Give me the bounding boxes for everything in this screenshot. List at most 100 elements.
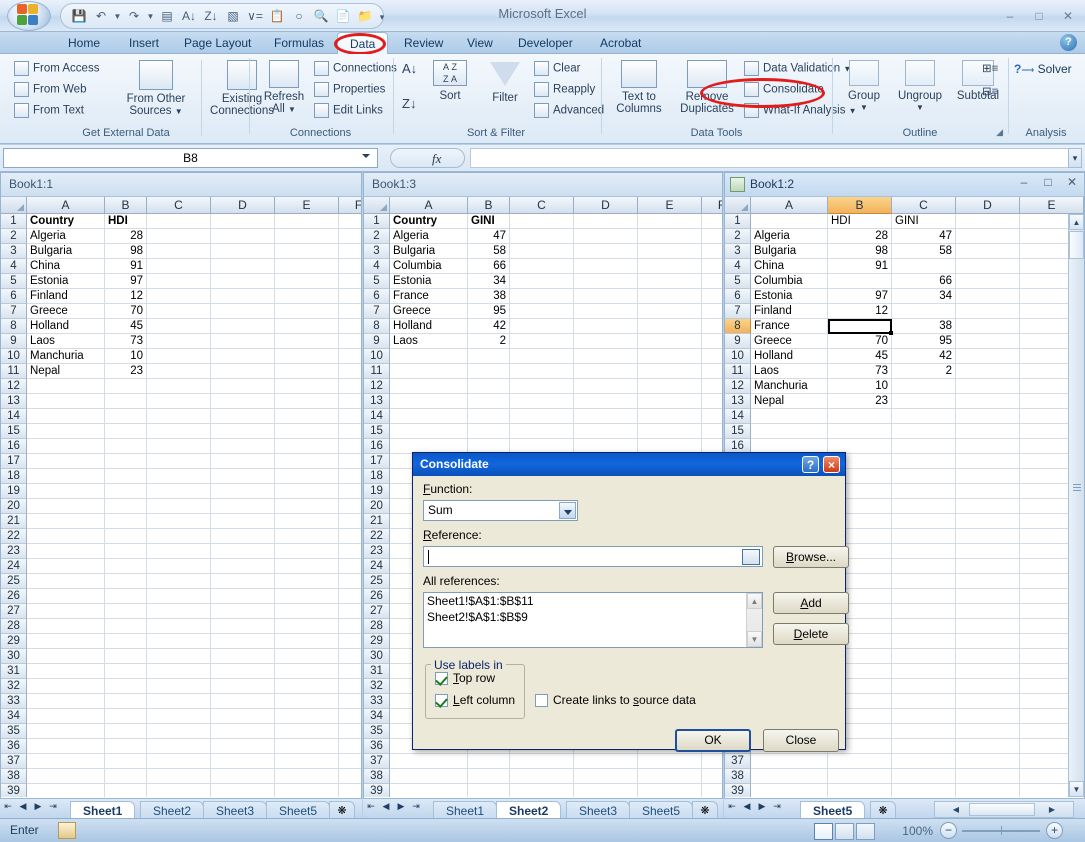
sheet-nav-buttons-3[interactable]: ⇤ ◀ ▶ ⇥ xyxy=(726,801,783,812)
cell-D5[interactable] xyxy=(574,274,638,289)
row-header-39[interactable]: 39 xyxy=(1,784,27,797)
cell-D29[interactable] xyxy=(211,634,275,649)
left-column-checkbox[interactable] xyxy=(435,694,448,707)
cell-D4[interactable] xyxy=(211,259,275,274)
cell-E9[interactable] xyxy=(275,334,339,349)
cell-B6[interactable]: 97 xyxy=(828,289,892,304)
cell-C36[interactable] xyxy=(892,739,956,754)
cell-D23[interactable] xyxy=(956,544,1020,559)
cell-B10[interactable]: 10 xyxy=(105,349,147,364)
cell-D8[interactable] xyxy=(574,319,638,334)
cell-B26[interactable] xyxy=(105,589,147,604)
row-header-22[interactable]: 22 xyxy=(1,529,27,544)
cell-E4[interactable] xyxy=(638,259,702,274)
cell-B11[interactable]: 73 xyxy=(828,364,892,379)
cell-A18[interactable] xyxy=(27,469,105,484)
cell-A10[interactable]: Holland xyxy=(751,349,828,364)
row-header-30[interactable]: 30 xyxy=(364,649,390,664)
cell-C35[interactable] xyxy=(147,724,211,739)
cell-C6[interactable] xyxy=(510,289,574,304)
next-sheet-icon[interactable]: ▶ xyxy=(32,801,44,812)
cell-F2[interactable] xyxy=(702,229,722,244)
cell-A19[interactable] xyxy=(27,484,105,499)
cell-A3[interactable]: Bulgaria xyxy=(751,244,828,259)
hide-detail-icon[interactable]: ⊟≡ xyxy=(982,84,998,98)
cell-D11[interactable] xyxy=(574,364,638,379)
cell-D35[interactable] xyxy=(956,724,1020,739)
cell-A39[interactable] xyxy=(751,784,828,797)
cell-D10[interactable] xyxy=(211,349,275,364)
cell-C21[interactable] xyxy=(147,514,211,529)
cell-D37[interactable] xyxy=(574,754,638,769)
row-header-8[interactable]: 8 xyxy=(725,319,751,334)
cell-D12[interactable] xyxy=(956,379,1020,394)
cell-C9[interactable] xyxy=(510,334,574,349)
cell-F4[interactable] xyxy=(339,259,361,274)
row-header-38[interactable]: 38 xyxy=(725,769,751,784)
zoom-out-button[interactable]: − xyxy=(940,822,957,839)
cell-B12[interactable] xyxy=(468,379,510,394)
page-break-view-button[interactable] xyxy=(856,823,875,840)
column-header-a[interactable]: A xyxy=(751,197,828,214)
list-item[interactable]: Sheet1!$A$1:$B$11 xyxy=(424,593,762,609)
cell-E30[interactable] xyxy=(275,649,339,664)
cell-C19[interactable] xyxy=(892,484,956,499)
tab-insert[interactable]: Insert xyxy=(117,32,171,54)
cell-F9[interactable] xyxy=(702,334,722,349)
cell-D15[interactable] xyxy=(211,424,275,439)
cell-F22[interactable] xyxy=(339,529,361,544)
cell-D19[interactable] xyxy=(956,484,1020,499)
row-header-33[interactable]: 33 xyxy=(1,694,27,709)
cell-E39[interactable] xyxy=(275,784,339,797)
cell-C21[interactable] xyxy=(892,514,956,529)
cell-C1[interactable] xyxy=(510,214,574,229)
cell-A14[interactable] xyxy=(751,409,828,424)
row-header-16[interactable]: 16 xyxy=(364,439,390,454)
cell-A1[interactable]: Country xyxy=(27,214,105,229)
cell-F13[interactable] xyxy=(339,394,361,409)
cell-B4[interactable]: 91 xyxy=(828,259,892,274)
row-header-15[interactable]: 15 xyxy=(364,424,390,439)
cell-C5[interactable] xyxy=(147,274,211,289)
cell-A38[interactable] xyxy=(751,769,828,784)
cell-D12[interactable] xyxy=(211,379,275,394)
reapply-filter-button[interactable]: Reapply xyxy=(534,82,595,97)
row-header-11[interactable]: 11 xyxy=(1,364,27,379)
cell-E16[interactable] xyxy=(275,439,339,454)
cell-C25[interactable] xyxy=(892,574,956,589)
window-book1-1-grid[interactable]: ABCDEF1CountryHDI2Algeria283Bulgaria984C… xyxy=(1,197,361,797)
column-header-c[interactable]: C xyxy=(147,197,211,214)
row-header-17[interactable]: 17 xyxy=(364,454,390,469)
column-header-f[interactable]: F xyxy=(339,197,361,214)
column-header-e[interactable]: E xyxy=(638,197,702,214)
row-header-21[interactable]: 21 xyxy=(364,514,390,529)
row-header-8[interactable]: 8 xyxy=(364,319,390,334)
cell-B28[interactable] xyxy=(105,619,147,634)
row-header-18[interactable]: 18 xyxy=(1,469,27,484)
cell-F15[interactable] xyxy=(702,424,722,439)
cell-C1[interactable] xyxy=(147,214,211,229)
row-header-7[interactable]: 7 xyxy=(364,304,390,319)
cell-A22[interactable] xyxy=(27,529,105,544)
cell-C12[interactable] xyxy=(892,379,956,394)
cell-E3[interactable] xyxy=(638,244,702,259)
row-header-7[interactable]: 7 xyxy=(1,304,27,319)
cell-A28[interactable] xyxy=(27,619,105,634)
last-sheet-icon[interactable]: ⇥ xyxy=(771,801,783,812)
list-item[interactable]: Sheet2!$A$1:$B$9 xyxy=(424,609,762,625)
cell-E11[interactable] xyxy=(638,364,702,379)
cell-E8[interactable] xyxy=(638,319,702,334)
cell-D5[interactable] xyxy=(211,274,275,289)
cell-D11[interactable] xyxy=(211,364,275,379)
cell-D2[interactable] xyxy=(574,229,638,244)
cell-A1[interactable] xyxy=(751,214,828,229)
cell-B11[interactable] xyxy=(468,364,510,379)
row-header-35[interactable]: 35 xyxy=(364,724,390,739)
cell-E1[interactable] xyxy=(638,214,702,229)
cell-B10[interactable] xyxy=(468,349,510,364)
column-header-a[interactable]: A xyxy=(27,197,105,214)
cell-A2[interactable]: Algeria xyxy=(751,229,828,244)
cell-D3[interactable] xyxy=(956,244,1020,259)
tab-view[interactable]: View xyxy=(455,32,505,54)
cell-F7[interactable] xyxy=(339,304,361,319)
